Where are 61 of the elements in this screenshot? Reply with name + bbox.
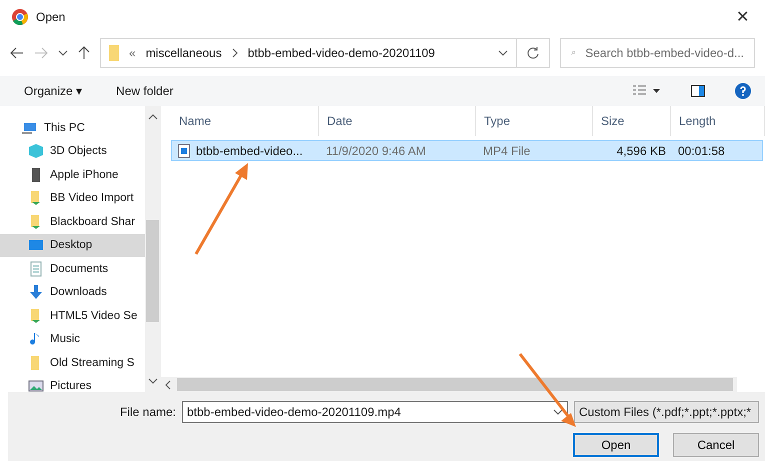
column-header[interactable]: Date: [319, 106, 476, 136]
up-arrow-icon[interactable]: [78, 46, 90, 60]
video-file-icon: [178, 144, 190, 158]
sidebar-item[interactable]: Old Streaming S: [0, 351, 145, 374]
table-cell: MP4 File: [483, 144, 530, 158]
download-icon: [28, 284, 44, 300]
search-field[interactable]: Search btbb-embed-video-d...: [560, 38, 755, 68]
sidebar-item[interactable]: Desktop: [0, 234, 145, 257]
open-button[interactable]: Open: [573, 433, 659, 457]
table-cell: 4,596 KB: [616, 144, 666, 158]
chevron-icon[interactable]: [58, 48, 68, 58]
sidebar-item[interactable]: Blackboard Shar: [0, 210, 145, 234]
doc-icon: [28, 260, 44, 277]
preview-pane-icon[interactable]: [691, 85, 705, 97]
sidebar-item[interactable]: Downloads: [0, 280, 145, 304]
chevron-icon: [232, 48, 238, 58]
breadcrumb-overflow[interactable]: «: [129, 46, 136, 60]
help-icon[interactable]: [735, 83, 751, 99]
file-name-field[interactable]: btbb-embed-video-demo-20201109.mp4: [182, 401, 568, 423]
column-header[interactable]: Name: [171, 106, 319, 136]
chevron-icon[interactable]: [148, 112, 158, 122]
sidebar-item[interactable]: Pictures: [0, 374, 145, 392]
breadcrumb-item[interactable]: btbb-embed-video-demo-20201109: [248, 46, 435, 60]
horizontal-scrollbar[interactable]: [161, 377, 737, 392]
refresh-button[interactable]: [517, 38, 550, 68]
file-type-dropdown[interactable]: Custom Files (*.pdf;*.ppt;*.pptx;*: [574, 401, 759, 423]
chevron-icon[interactable]: [498, 48, 508, 58]
cancel-button[interactable]: Cancel: [673, 433, 759, 457]
chevron-icon[interactable]: [148, 376, 158, 386]
folder-icon: [109, 45, 119, 61]
column-header[interactable]: Length: [671, 106, 765, 136]
sidebar-item[interactable]: Music: [0, 328, 145, 351]
new-folder-button[interactable]: New folder: [114, 82, 176, 100]
refresh-icon: [526, 46, 540, 60]
column-header[interactable]: Size: [593, 106, 671, 136]
table-cell: 00:01:58: [678, 144, 725, 158]
sidebar-item[interactable]: Documents: [0, 257, 145, 280]
breadcrumb-item[interactable]: miscellaneous: [146, 46, 222, 60]
file-row[interactable]: btbb-embed-video... 11/9/2020 9:46 AM MP4 File 4,596 KB 00:01:58: [171, 140, 763, 161]
sidebar-item[interactable]: 3D Objects: [0, 140, 145, 163]
column-header[interactable]: Type: [476, 106, 593, 136]
cube-icon: [28, 143, 44, 160]
back-arrow-icon[interactable]: [10, 47, 24, 59]
scrollbar[interactable]: [145, 106, 160, 392]
browser-logo-icon: [12, 9, 28, 25]
pictures-icon: [28, 378, 44, 392]
sidebar-item[interactable]: Apple iPhone: [0, 163, 145, 186]
address-bar[interactable]: « miscellaneous btbb-embed-video-demo-20201109: [100, 38, 517, 68]
sidebar-item[interactable]: This PC: [0, 116, 145, 140]
table-cell: btbb-embed-video...: [196, 144, 303, 158]
view-options-icon[interactable]: [633, 85, 661, 97]
sidebar-item[interactable]: HTML5 Video Se: [0, 304, 145, 328]
scrollbar-thumb[interactable]: [177, 378, 733, 391]
sidebar-item[interactable]: BB Video Import: [0, 186, 145, 210]
file-name-label: File name:: [120, 405, 176, 419]
chevron-icon[interactable]: [553, 407, 563, 417]
scroll-left-icon[interactable]: [165, 380, 171, 390]
window-title: Open: [36, 10, 66, 24]
organize-menu[interactable]: Organize ▾: [22, 82, 84, 100]
table-cell: 11/9/2020 9:46 AM: [326, 144, 426, 158]
close-button[interactable]: ✕: [732, 7, 753, 27]
